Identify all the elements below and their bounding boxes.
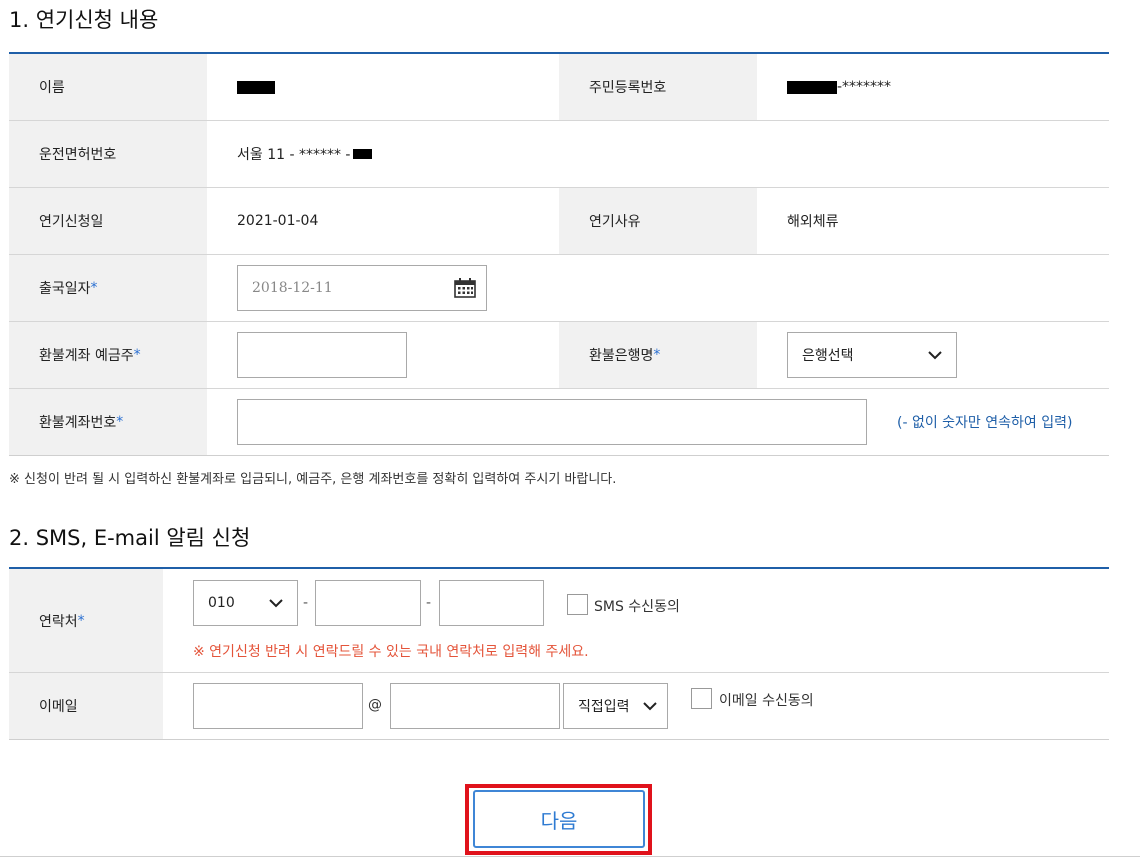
refund-notice: ※ 신청이 반려 될 시 입력하신 환불계좌로 입금되니, 예금주, 은행 계좌… (9, 472, 617, 487)
account-label-text: 환불계좌번호 (39, 415, 117, 431)
label-name: 이름 (9, 54, 207, 120)
value-rrn: -******* (757, 54, 1109, 120)
row-refund-holder: 환불계좌 예금주 * 환불은행명 * 은행선택 (9, 322, 1109, 389)
email-consent-checkbox[interactable] (691, 688, 712, 709)
value-license: 서울 11 - ****** - (207, 121, 1109, 187)
email-domain-select[interactable]: 직접입력 (563, 683, 668, 729)
value-holder (207, 322, 559, 388)
phone-separator: - (303, 595, 309, 611)
calendar-icon[interactable] (454, 278, 476, 298)
contact-label-text: 연락처 (39, 613, 78, 630)
email-domain-select-value: 직접입력 (578, 699, 630, 715)
row-apply-date: 연기신청일 2021-01-04 연기사유 해외체류 (9, 188, 1109, 255)
label-bank: 환불은행명 * (559, 322, 757, 388)
departure-date-value: 2018-12-11 (252, 280, 333, 296)
required-mark: * (90, 280, 98, 296)
sms-consent-label: SMS 수신동의 (594, 599, 680, 615)
phone-prefix-value: 010 (208, 595, 235, 611)
label-email: 이메일 (9, 673, 163, 739)
redacted-license (353, 149, 373, 159)
row-contact: 연락처 * 010 - - SMS 수신동의 ※ 연기신청 반려 시 연락드릴 수… (9, 569, 1109, 673)
departure-label-text: 출국일자 (39, 281, 91, 297)
application-table: 이름 주민등록번호 -******* 운전면허번호 서울 11 - ******… (9, 52, 1109, 456)
bank-select-value: 은행선택 (802, 348, 854, 364)
label-rrn: 주민등록번호 (559, 54, 757, 120)
value-reason: 해외체류 (787, 214, 839, 230)
departure-date-input[interactable]: 2018-12-11 (237, 265, 487, 311)
section-title-notification: 2. SMS, E-mail 알림 신청 (9, 526, 251, 550)
row-account-number: 환불계좌번호 * (- 없이 숫자만 연속하여 입력) (9, 389, 1109, 456)
required-mark: * (116, 414, 124, 430)
label-reason: 연기사유 (559, 188, 757, 254)
chevron-down-icon (269, 599, 283, 608)
value-contact: 010 - - SMS 수신동의 ※ 연기신청 반려 시 연락드릴 수 있는 국… (163, 569, 1109, 672)
redacted-name (237, 80, 275, 94)
label-license: 운전면허번호 (9, 121, 207, 187)
required-mark: * (133, 347, 141, 363)
label-holder: 환불계좌 예금주 * (9, 322, 207, 388)
rrn-masked-tail: -******* (837, 79, 892, 95)
account-holder-input[interactable] (237, 332, 407, 378)
section-title-application: 1. 연기신청 내용 (9, 8, 159, 32)
bank-label-text: 환불은행명 (589, 348, 654, 364)
row-email: 이메일 @ 직접입력 이메일 수신동의 (9, 673, 1109, 740)
label-apply-date: 연기신청일 (9, 188, 207, 254)
bottom-divider (0, 856, 1140, 857)
email-id-input[interactable] (193, 683, 363, 729)
row-departure: 출국일자 * 2018-12-11 (9, 255, 1109, 322)
row-license: 운전면허번호 서울 11 - ****** - (9, 121, 1109, 188)
value-email: @ 직접입력 이메일 수신동의 (163, 673, 1109, 739)
account-hint: (- 없이 숫자만 연속하여 입력) (897, 415, 1073, 431)
redacted-rrn (787, 80, 837, 94)
value-apply-date: 2021-01-04 (237, 213, 319, 229)
label-account: 환불계좌번호 * (9, 389, 207, 455)
phone-prefix-select[interactable]: 010 (193, 580, 298, 626)
license-number: 서울 11 - ****** - (237, 147, 351, 163)
value-departure: 2018-12-11 (207, 255, 1109, 321)
row-name: 이름 주민등록번호 -******* (9, 54, 1109, 121)
value-bank: 은행선택 (757, 322, 1109, 388)
chevron-down-icon (928, 351, 942, 360)
email-at-sign: @ (368, 697, 382, 713)
label-contact: 연락처 * (9, 569, 163, 672)
value-name (207, 54, 559, 120)
email-domain-input[interactable] (390, 683, 560, 729)
next-button[interactable]: 다음 (473, 790, 645, 848)
required-mark: * (653, 347, 661, 363)
value-account: (- 없이 숫자만 연속하여 입력) (207, 389, 1109, 455)
required-mark: * (77, 612, 85, 629)
notification-table: 연락처 * 010 - - SMS 수신동의 ※ 연기신청 반려 시 연락드릴 수… (9, 567, 1109, 740)
phone-separator: - (426, 595, 432, 611)
chevron-down-icon (643, 702, 657, 711)
phone-last-input[interactable] (439, 580, 544, 626)
holder-label-text: 환불계좌 예금주 (39, 348, 134, 364)
bank-select[interactable]: 은행선택 (787, 332, 957, 378)
email-consent-label: 이메일 수신동의 (719, 693, 814, 709)
sms-consent-checkbox[interactable] (567, 594, 588, 615)
phone-middle-input[interactable] (315, 580, 421, 626)
contact-warning: ※ 연기신청 반려 시 연락드릴 수 있는 국내 연락처로 입력해 주세요. (193, 644, 589, 660)
account-number-input[interactable] (237, 399, 867, 445)
label-departure: 출국일자 * (9, 255, 207, 321)
